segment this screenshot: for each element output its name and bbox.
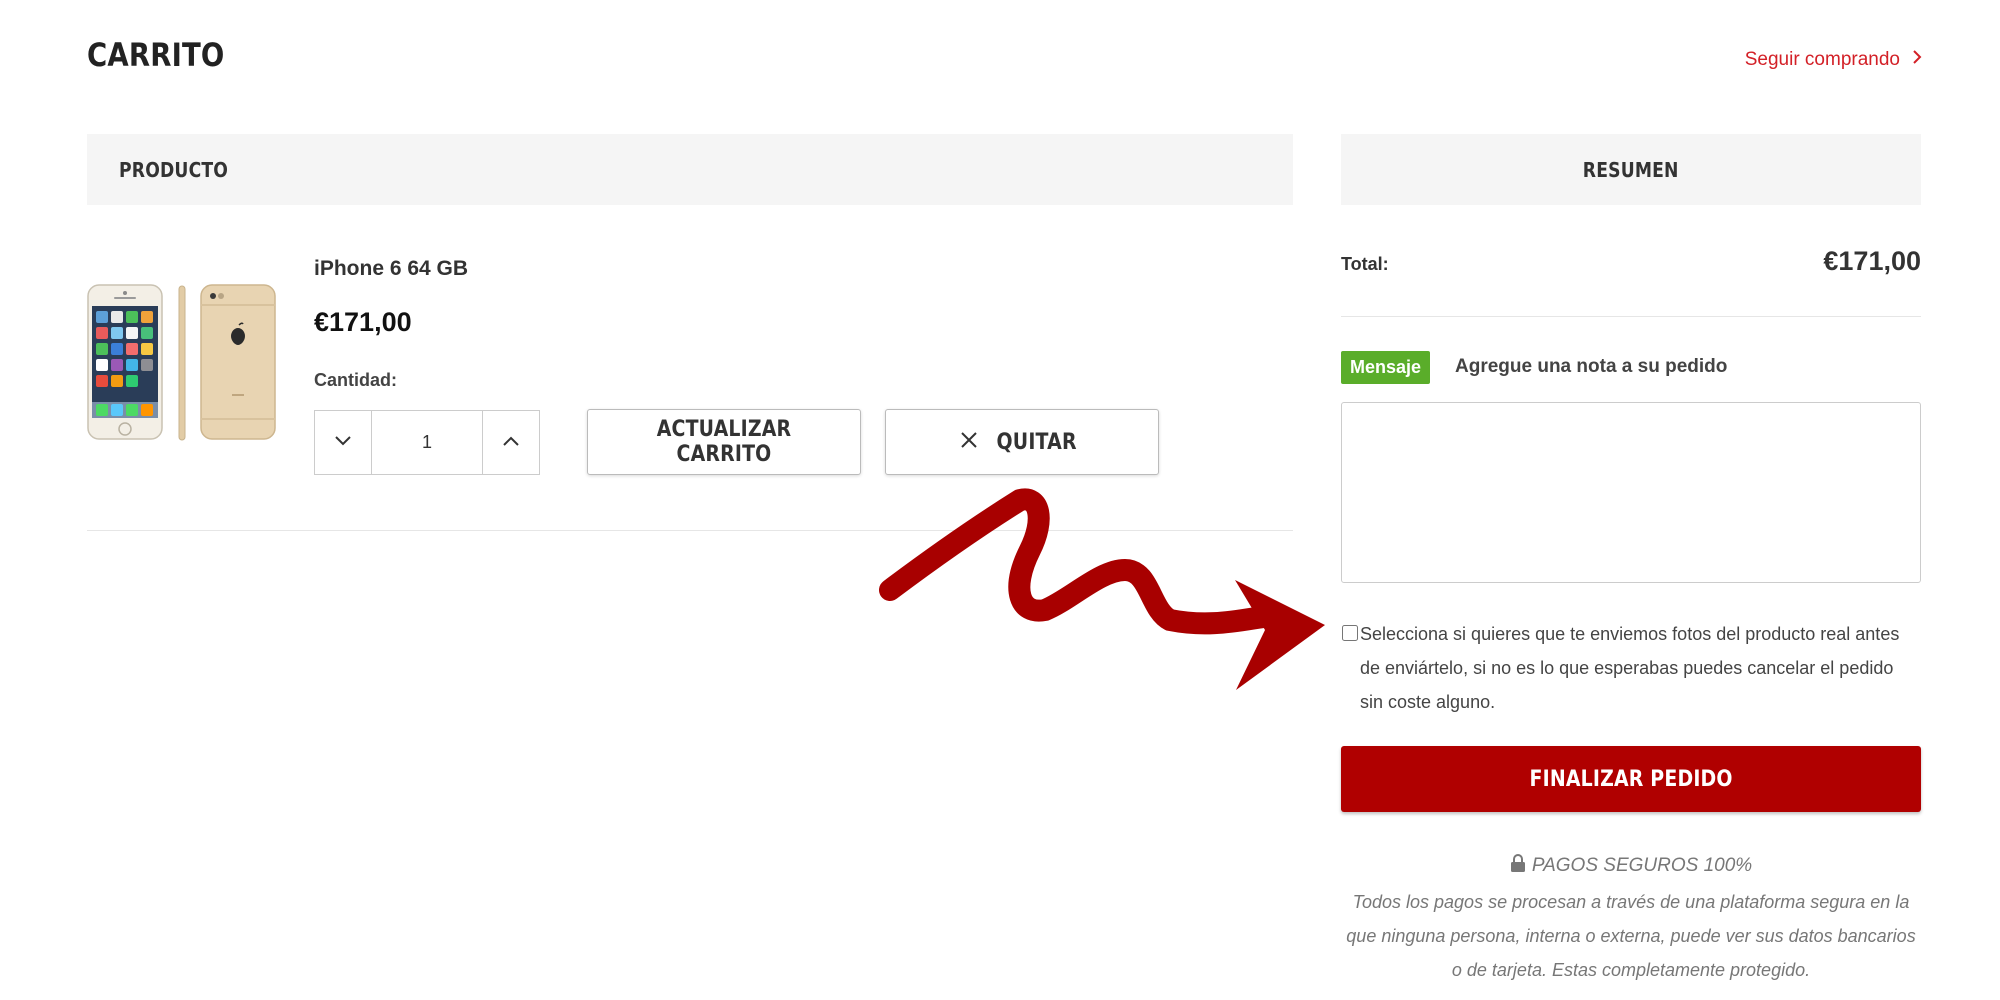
secure-payments-title: PAGOS SEGUROS 100% — [1341, 854, 1921, 878]
message-label: Agregue una nota a su pedido — [1455, 356, 1728, 377]
update-cart-label: ACTUALIZAR CARRITO — [656, 417, 792, 467]
product-divider — [87, 530, 1293, 531]
remove-item-button[interactable]: QUITAR — [885, 409, 1159, 475]
message-badge: Mensaje — [1341, 351, 1431, 384]
chevron-right-icon — [1912, 48, 1922, 71]
remove-item-label: QUITAR — [996, 429, 1078, 455]
chevron-up-icon — [502, 434, 520, 452]
product-column-label: PRODUCTO — [119, 158, 229, 182]
lock-icon — [1510, 854, 1526, 878]
continue-shopping-label: Seguir comprando — [1744, 48, 1900, 70]
update-cart-button[interactable]: ACTUALIZAR CARRITO — [587, 409, 861, 475]
summary-title: RESUMEN — [1583, 157, 1679, 182]
product-price: €171,00 — [314, 307, 412, 337]
decrease-quantity-button[interactable] — [315, 411, 372, 474]
summary-header: RESUMEN — [1341, 134, 1921, 205]
chevron-down-icon — [334, 434, 352, 452]
checkout-button[interactable]: FINALIZAR PEDIDO — [1341, 746, 1921, 812]
annotation-arrow-icon — [879, 488, 1325, 690]
product-image — [87, 284, 277, 442]
quantity-stepper: 1 — [314, 410, 540, 475]
continue-shopping-link[interactable]: Seguir comprando — [1745, 48, 1922, 71]
photo-request-label[interactable]: Selecciona si quieres que te enviemos fo… — [1360, 617, 1920, 719]
increase-quantity-button[interactable] — [482, 411, 539, 474]
product-name[interactable]: iPhone 6 64 GB — [314, 257, 468, 281]
quantity-label: Cantidad: — [314, 370, 397, 390]
secure-payments-text: Todos los pagos se procesan a través de … — [1346, 892, 1916, 980]
photo-request-checkbox[interactable] — [1342, 625, 1358, 641]
total-value: €171,00 — [1823, 246, 1921, 276]
secure-payments-label: PAGOS SEGUROS 100% — [1531, 855, 1753, 876]
summary-divider — [1341, 316, 1921, 317]
close-icon — [960, 430, 978, 455]
product-table-header: PRODUCTO — [87, 134, 1293, 205]
page-title: CARRITO — [87, 36, 225, 74]
order-note-textarea[interactable] — [1341, 402, 1921, 583]
checkout-label: FINALIZAR PEDIDO — [1529, 766, 1733, 792]
quantity-value[interactable]: 1 — [372, 411, 482, 474]
total-label: Total: — [1341, 254, 1389, 274]
